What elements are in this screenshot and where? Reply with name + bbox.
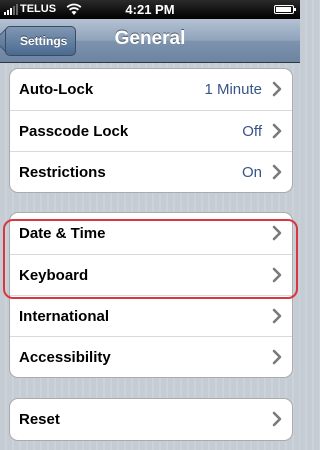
settings-group-input: Date & Time Keyboard International Acces… [9,212,293,378]
row-label: International [19,308,110,325]
settings-group-reset: Reset [9,398,293,441]
row-keyboard[interactable]: Keyboard [10,254,292,295]
row-label: Passcode Lock [19,123,129,140]
row-auto-lock[interactable]: Auto-Lock 1 Minute [10,69,292,110]
row-international[interactable]: International [10,295,292,336]
row-value: 1 Minute [204,81,262,98]
status-bar: TELUS 4:21 PM [0,0,300,19]
row-passcode-lock[interactable]: Passcode Lock Off [10,110,292,151]
chevron-right-icon [272,267,282,283]
row-accessibility[interactable]: Accessibility [10,336,292,377]
row-label: Auto-Lock [19,81,94,98]
row-reset[interactable]: Reset [10,399,292,440]
row-value: On [241,164,262,181]
row-label: Date & Time [19,225,106,242]
row-label: Reset [19,411,60,428]
row-value: Off [242,123,262,140]
chevron-right-icon [272,411,282,427]
chevron-right-icon [272,225,282,241]
chevron-right-icon [272,349,282,365]
chevron-right-icon [272,308,282,324]
navigation-bar: Settings General [0,19,300,63]
row-label: Restrictions [19,164,106,181]
row-label: Accessibility [19,349,111,366]
status-time: 4:21 PM [125,2,175,17]
chevron-right-icon [272,81,282,97]
back-button-settings[interactable]: Settings [5,26,77,56]
row-date-time[interactable]: Date & Time [10,213,292,254]
settings-group-security: Auto-Lock 1 Minute Passcode Lock Off Res… [9,68,293,193]
row-restrictions[interactable]: Restrictions On [10,151,292,192]
chevron-right-icon [272,123,282,139]
battery-icon [274,5,296,14]
row-label: Keyboard [19,267,89,284]
chevron-right-icon [272,164,282,180]
